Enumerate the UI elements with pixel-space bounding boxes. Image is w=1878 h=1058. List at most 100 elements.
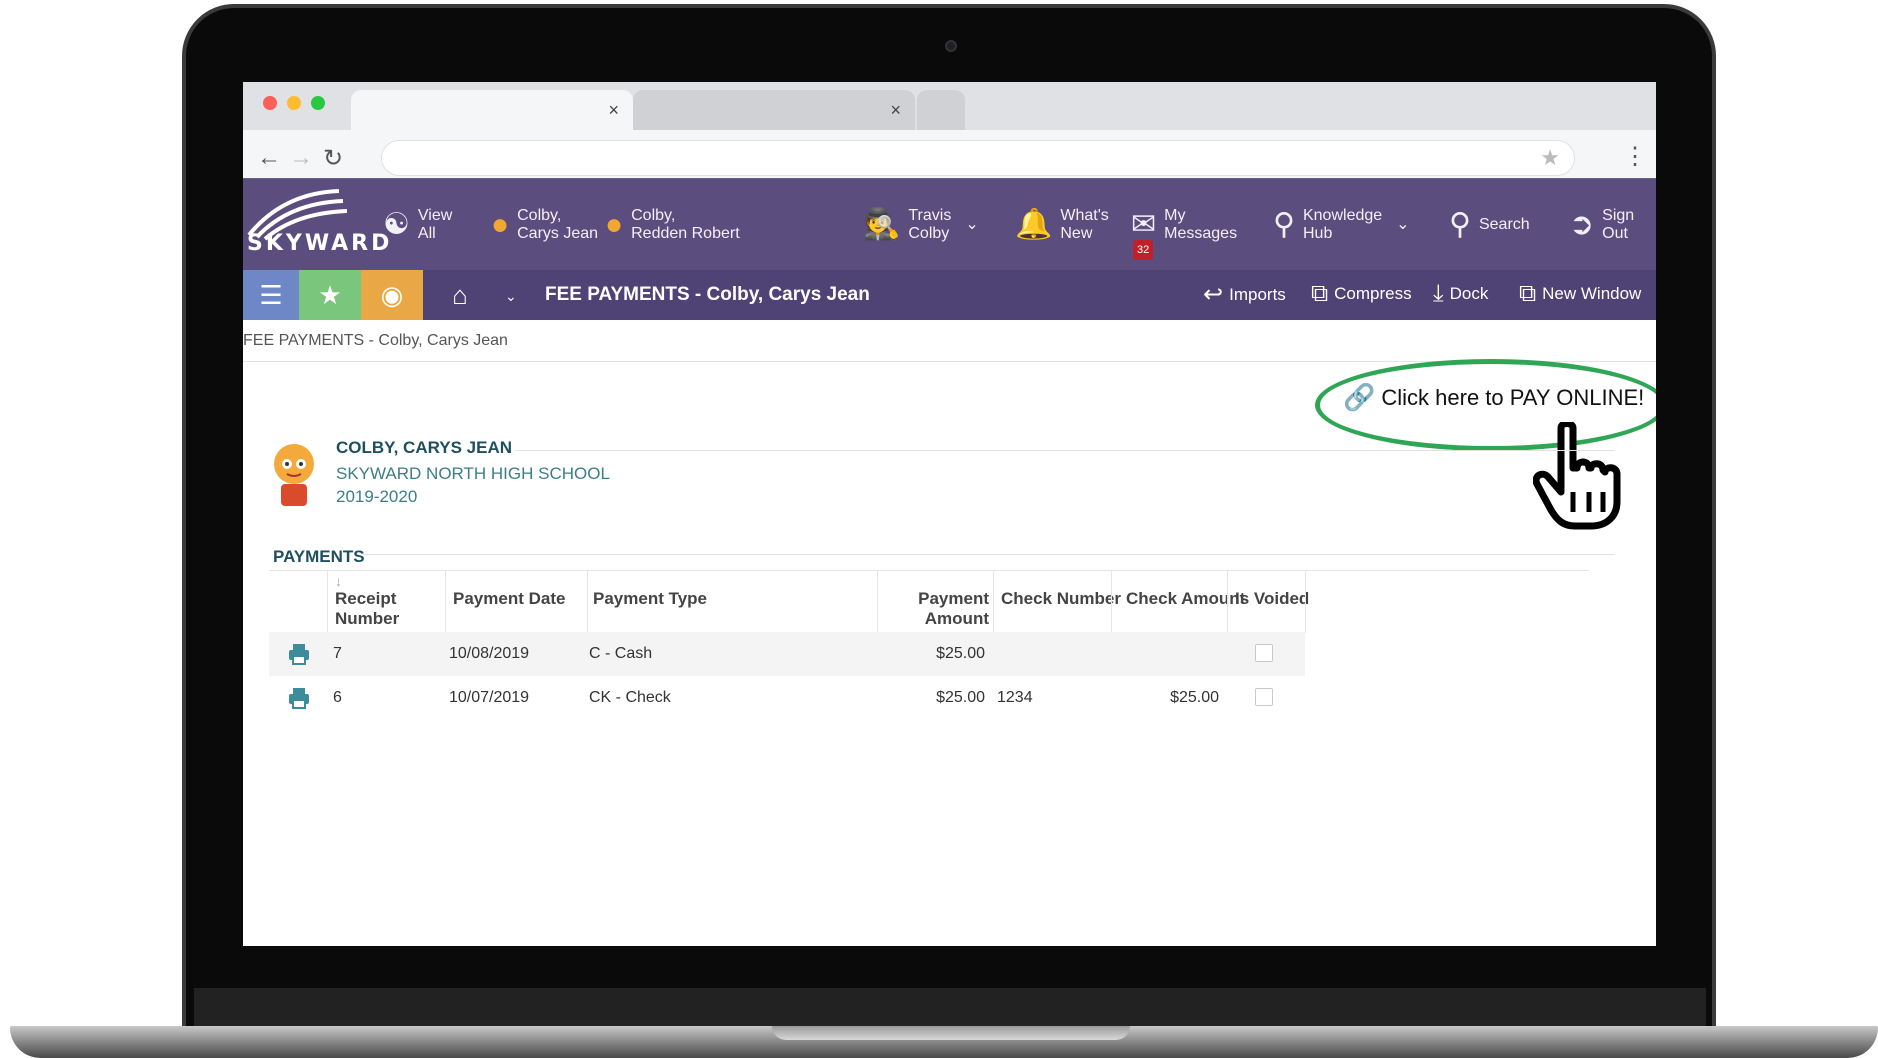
page-subbar: ☰ ★ ◉ ⌂ ⌄ FEE PAYMENTS - Colby, Carys Je… [243, 270, 1656, 320]
globe-icon[interactable]: ◉ [361, 270, 423, 320]
student-carys-button[interactable]: ● Colby, Carys Jean [491, 179, 598, 271]
favorites-star-icon[interactable]: ★ [299, 270, 361, 320]
camera-icon [945, 40, 957, 52]
chevron-down-icon[interactable]: ⌄ [505, 288, 517, 305]
col-payment-type[interactable]: Payment Type [593, 589, 707, 609]
student-redden-button[interactable]: ● Colby, Redden Robert [605, 179, 740, 271]
student-redden-label: Colby, [631, 207, 676, 224]
my-messages-label-2: Messages [1164, 225, 1238, 242]
imports-icon: ↩ [1203, 281, 1224, 308]
page-title: FEE PAYMENTS - Colby, Carys Jean [545, 284, 870, 305]
back-arrow-icon[interactable]: ← [257, 144, 281, 172]
col-check-number[interactable]: Check Number [1001, 589, 1121, 609]
tab-close-icon[interactable]: × [890, 100, 901, 121]
bookmark-star-icon[interactable]: ★ [1540, 145, 1560, 171]
table-header: ↓ Receipt Number Payment Date Payment Typ… [269, 570, 1589, 633]
student-redden-label-2: Redden Robert [631, 225, 740, 242]
user-menu-button[interactable]: 🕵 Travis Colby ⌄ [863, 179, 979, 271]
table-row[interactable]: 7 10/08/2019 C - Cash $25.00 [269, 632, 1305, 676]
student-avatar-icon: ● [491, 208, 510, 241]
column-divider [1111, 571, 1112, 633]
col-is-voided[interactable]: Is Voided [1235, 589, 1309, 609]
pay-online-link[interactable]: 🔗 Click here to PAY ONLINE! [1343, 382, 1644, 413]
col-amount-label-2: Amount [924, 609, 989, 628]
divider [515, 450, 1615, 451]
search-button[interactable]: ⚲ Search [1449, 179, 1530, 271]
pointing-hand-icon [1533, 422, 1621, 530]
skyward-logo[interactable]: SKYWARD [243, 179, 389, 271]
sign-out-button[interactable]: ➲ Sign Out [1569, 179, 1634, 271]
compress-button[interactable]: ⧉ Compress [1311, 280, 1412, 308]
window-controls [263, 96, 325, 110]
table-row[interactable]: 6 10/07/2019 CK - Check $25.00 1234 $25.… [269, 676, 1305, 720]
student-carys-label-2: Carys Jean [517, 225, 599, 242]
student-name: COLBY, CARYS JEAN [336, 438, 513, 457]
laptop-mockup: × × ← → ↻ ★ ⋮ SKYWARD ☯ View All ● Colby… [0, 0, 1878, 1058]
column-divider [877, 571, 878, 633]
print-icon[interactable] [287, 686, 311, 710]
incognito-user-icon: 🕵 [863, 208, 901, 241]
student-avatar-icon [274, 444, 314, 506]
reload-icon[interactable]: ↻ [323, 144, 343, 173]
user-name-label-2: Colby [908, 225, 950, 242]
student-avatar-icon: ● [605, 208, 624, 241]
column-divider [1305, 571, 1306, 633]
browser-tab-active[interactable]: × [351, 90, 633, 130]
tab-close-icon[interactable]: × [608, 100, 619, 121]
globe-icon: ☯ [383, 208, 410, 241]
sign-out-label: Sign [1602, 207, 1635, 224]
close-window-button[interactable] [263, 96, 277, 110]
maximize-window-button[interactable] [311, 96, 325, 110]
is-voided-checkbox[interactable] [1255, 644, 1273, 662]
col-receipt-label-2: Number [335, 609, 400, 628]
student-school: SKYWARD NORTH HIGH SCHOOL [336, 464, 610, 483]
knowledge-hub-label: Knowledge [1302, 207, 1383, 224]
messages-icon: ✉ 32 [1131, 210, 1156, 260]
browser-tab-bar: × × [243, 82, 1656, 130]
new-window-label: New Window [1542, 284, 1642, 303]
cell-date: 10/07/2019 [449, 689, 530, 706]
payments-heading: PAYMENTS [273, 547, 365, 566]
user-name-label: Travis [908, 207, 952, 224]
browser-tab-inactive[interactable]: × [633, 90, 915, 130]
new-tab-button[interactable] [917, 90, 965, 130]
dock-button[interactable]: ⤓ Dock [1433, 280, 1488, 308]
sort-arrow-icon[interactable]: ↓ [335, 573, 342, 589]
lightbulb-icon: ⚲ [1273, 208, 1295, 241]
my-messages-label: My [1164, 207, 1186, 224]
is-voided-checkbox[interactable] [1255, 688, 1273, 706]
skyward-header: SKYWARD ☯ View All ● Colby, Carys Jean ● C… [243, 178, 1656, 270]
hamburger-menu-icon[interactable]: ☰ [243, 270, 299, 320]
print-icon[interactable] [287, 642, 311, 666]
home-icon[interactable]: ⌂ [425, 270, 495, 320]
col-payment-amount[interactable]: Payment Amount [909, 589, 989, 629]
forward-arrow-icon[interactable]: → [289, 144, 313, 172]
whats-new-label-2: New [1060, 225, 1093, 242]
cell-receipt: 6 [333, 689, 342, 706]
cell-type: C - Cash [589, 645, 653, 662]
col-receipt-number[interactable]: Receipt Number [335, 589, 399, 629]
knowledge-hub-label-2: Hub [1302, 225, 1333, 242]
column-divider [327, 571, 328, 633]
col-payment-date[interactable]: Payment Date [453, 589, 565, 609]
imports-button[interactable]: ↩ Imports [1203, 280, 1286, 309]
cell-receipt: 7 [333, 645, 342, 662]
knowledge-hub-button[interactable]: ⚲ Knowledge Hub ⌄ [1273, 179, 1410, 271]
compress-icon: ⧉ [1311, 280, 1329, 307]
whats-new-button[interactable]: 🔔 What's New [1015, 179, 1109, 271]
messages-count-badge: 32 [1133, 240, 1154, 260]
cell-type: CK - Check [589, 689, 671, 706]
link-icon: 🔗 [1343, 382, 1376, 412]
new-window-button[interactable]: ⧉ New Window [1519, 280, 1641, 308]
dock-icon: ⤓ [1433, 280, 1444, 307]
browser-menu-icon[interactable]: ⋮ [1623, 142, 1647, 171]
column-divider [1227, 571, 1228, 633]
cell-check-amount: $25.00 [1170, 689, 1219, 706]
my-messages-button[interactable]: ✉ 32 My Messages [1131, 179, 1237, 271]
bell-icon: 🔔 [1015, 208, 1053, 241]
address-bar[interactable]: ★ [381, 140, 1575, 176]
minimize-window-button[interactable] [287, 96, 301, 110]
laptop-notch [772, 1026, 1130, 1040]
chevron-down-icon: ⌄ [1396, 216, 1410, 233]
view-all-button[interactable]: ☯ View All [383, 179, 452, 271]
